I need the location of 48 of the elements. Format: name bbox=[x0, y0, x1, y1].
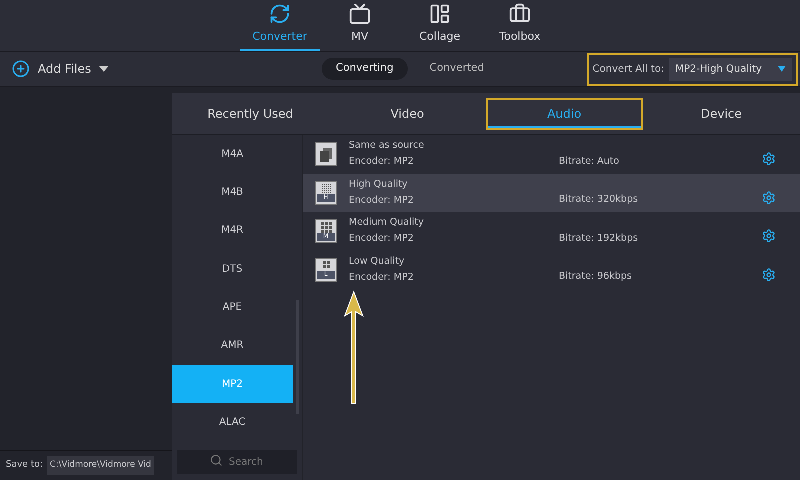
format-tab[interactable]: Video bbox=[329, 98, 486, 130]
preset-name: Low Quality bbox=[349, 254, 406, 269]
preset-name: High Quality bbox=[349, 178, 409, 192]
search-icon bbox=[210, 454, 223, 466]
settings-icon[interactable] bbox=[762, 152, 776, 166]
briefcase-icon bbox=[509, 3, 531, 26]
format-item[interactable]: M4B bbox=[172, 173, 293, 212]
settings-icon[interactable] bbox=[762, 229, 776, 244]
preset-name: Same as source bbox=[349, 139, 426, 154]
preset-icon bbox=[315, 142, 337, 166]
format-item[interactable]: DTS bbox=[172, 250, 293, 288]
save-to-label: Save to: bbox=[6, 458, 44, 472]
format-item[interactable]: M4A bbox=[172, 135, 293, 174]
nav-tab[interactable]: Collage bbox=[400, 0, 480, 52]
preset-encoder: Encoder: MP2 bbox=[349, 232, 415, 246]
search-field[interactable]: Search bbox=[177, 450, 297, 474]
format-tab[interactable]: Device bbox=[643, 98, 800, 130]
convert-all-label: Convert All to: bbox=[592, 62, 664, 77]
format-tab[interactable]: Recently Used bbox=[172, 98, 329, 130]
caret-icon bbox=[99, 66, 110, 72]
preset-row[interactable]: Same as source Encoder: MP2 Bitrate: Auto bbox=[303, 135, 800, 174]
save-path-field[interactable]: C:\Vidmore\Vidmore Vid bbox=[47, 456, 154, 475]
tv-icon bbox=[349, 3, 371, 26]
preset-encoder: Encoder: MP2 bbox=[349, 155, 415, 170]
format-item[interactable]: ALAC bbox=[172, 403, 293, 442]
preset-encoder: Encoder: MP2 bbox=[349, 194, 415, 208]
refresh-icon bbox=[269, 3, 291, 26]
format-item[interactable]: APE bbox=[172, 288, 293, 327]
layout-icon bbox=[429, 3, 451, 26]
add-files-button[interactable]: Add Files bbox=[12, 60, 312, 78]
settings-icon[interactable] bbox=[762, 190, 776, 205]
preset-bitrate: Bitrate: 320kbps bbox=[559, 193, 638, 208]
caret-icon bbox=[778, 66, 786, 72]
plus-icon bbox=[12, 60, 30, 78]
nav-tab[interactable]: Toolbox bbox=[480, 0, 560, 52]
format-dropdown[interactable]: MP2-High Quality bbox=[669, 58, 792, 81]
mode-tab[interactable]: Converting bbox=[322, 58, 408, 80]
preset-bitrate: Bitrate: 96kbps bbox=[559, 270, 632, 284]
preset-bitrate: Bitrate: 192kbps bbox=[559, 232, 638, 246]
preset-bitrate: Bitrate: Auto bbox=[559, 154, 620, 169]
format-item[interactable]: AMR bbox=[172, 326, 293, 365]
format-item[interactable]: M4R bbox=[172, 212, 293, 250]
nav-tab[interactable]: MV bbox=[320, 0, 400, 52]
settings-icon[interactable] bbox=[762, 268, 776, 282]
preset-encoder: Encoder: MP2 bbox=[349, 270, 415, 285]
format-tab[interactable]: Audio bbox=[486, 98, 643, 130]
preset-name: Medium Quality bbox=[349, 216, 425, 230]
mode-tab[interactable]: Converted bbox=[416, 58, 498, 80]
